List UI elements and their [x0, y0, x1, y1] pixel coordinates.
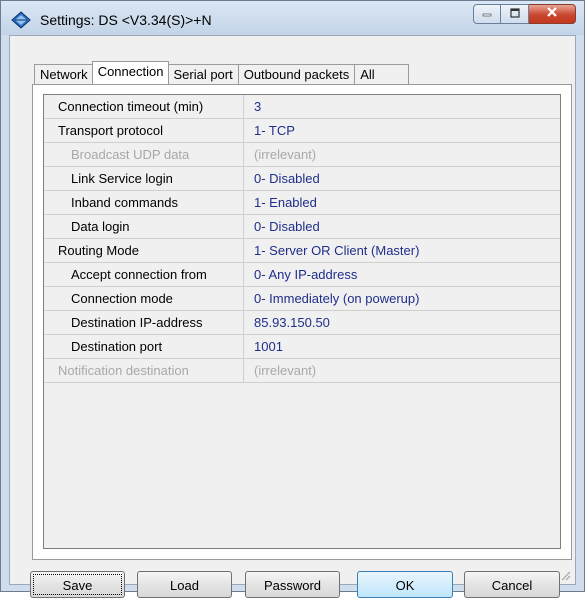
setting-value[interactable]: (irrelevant) [254, 143, 316, 166]
settings-window: Settings: DS <V3.34(S)>+N Network Connec… [0, 0, 585, 598]
network-device-icon[interactable] [11, 11, 31, 29]
settings-row[interactable]: Destination port 1001 [44, 335, 560, 359]
setting-name: Connection timeout (min) [44, 95, 244, 118]
setting-name: Link Service login [44, 167, 244, 190]
save-button[interactable]: Save [30, 571, 125, 598]
setting-name: Destination port [44, 335, 244, 358]
setting-value[interactable]: 1- TCP [254, 119, 295, 142]
tab-serial-port[interactable]: Serial port [167, 64, 239, 84]
setting-value[interactable]: 0- Immediately (on powerup) [254, 287, 419, 310]
setting-value[interactable]: 1- Server OR Client (Master) [254, 239, 419, 262]
minimize-button[interactable] [473, 4, 501, 24]
settings-row[interactable]: Transport protocol 1- TCP [44, 119, 560, 143]
tab-connection[interactable]: Connection [91, 61, 170, 84]
setting-value[interactable]: 0- Disabled [254, 215, 320, 238]
setting-value[interactable]: 0- Any IP-address [254, 263, 357, 286]
resize-grip-icon[interactable] [559, 568, 571, 581]
title-bar[interactable]: Settings: DS <V3.34(S)>+N [1, 1, 584, 35]
settings-row[interactable]: Link Service login 0- Disabled [44, 167, 560, 191]
settings-row[interactable]: Routing Mode 1- Server OR Client (Master) [44, 239, 560, 263]
setting-value[interactable]: 85.93.150.50 [254, 311, 330, 334]
settings-grid: Connection timeout (min) 3 Transport proto… [43, 94, 561, 549]
settings-row[interactable]: Connection timeout (min) 3 [44, 95, 560, 119]
setting-value[interactable]: 1001 [254, 335, 283, 358]
setting-value[interactable]: 3 [254, 95, 261, 118]
setting-name: Inband commands [44, 191, 244, 214]
settings-row[interactable]: Connection mode 0- Immediately (on poweru… [44, 287, 560, 311]
setting-name: Notification destination [44, 359, 244, 382]
setting-name: Routing Mode [44, 239, 244, 262]
setting-value[interactable]: 0- Disabled [254, 167, 320, 190]
settings-row[interactable]: Accept connection from 0- Any IP-address [44, 263, 560, 287]
settings-row[interactable]: Data login 0- Disabled [44, 215, 560, 239]
tab-strip: Network Connection Serial port Outbound … [34, 61, 410, 84]
maximize-button[interactable] [501, 4, 529, 24]
setting-value[interactable]: (irrelevant) [254, 359, 316, 382]
settings-row[interactable]: Inband commands 1- Enabled [44, 191, 560, 215]
setting-name: Connection mode [44, 287, 244, 310]
setting-name: Accept connection from [44, 263, 244, 286]
password-button[interactable]: Password [245, 571, 340, 598]
setting-value[interactable]: 1- Enabled [254, 191, 317, 214]
ok-button[interactable]: OK [357, 571, 453, 598]
tab-network[interactable]: Network [34, 64, 94, 84]
settings-row[interactable]: Broadcast UDP data (irrelevant) [44, 143, 560, 167]
load-button[interactable]: Load [137, 571, 232, 598]
setting-name: Transport protocol [44, 119, 244, 142]
dialog-client-area: Network Connection Serial port Outbound … [9, 35, 576, 598]
tab-outbound-packets[interactable]: Outbound packets [237, 64, 356, 84]
settings-row[interactable]: Destination IP-address 85.93.150.50 [44, 311, 560, 335]
setting-name: Data login [44, 215, 244, 238]
minimize-icon [481, 5, 493, 23]
setting-name: Destination IP-address [44, 311, 244, 334]
tab-all[interactable]: All [354, 64, 410, 84]
tab-panel: Connection timeout (min) 3 Transport proto… [32, 84, 572, 560]
caption-buttons [473, 4, 576, 26]
close-icon [545, 5, 559, 23]
cancel-button[interactable]: Cancel [464, 571, 560, 598]
settings-row[interactable]: Notification destination (irrelevant) [44, 359, 560, 383]
window-title: Settings: DS <V3.34(S)>+N [40, 12, 212, 28]
maximize-icon [509, 5, 521, 23]
close-button[interactable] [529, 4, 576, 24]
setting-name: Broadcast UDP data [44, 143, 244, 166]
